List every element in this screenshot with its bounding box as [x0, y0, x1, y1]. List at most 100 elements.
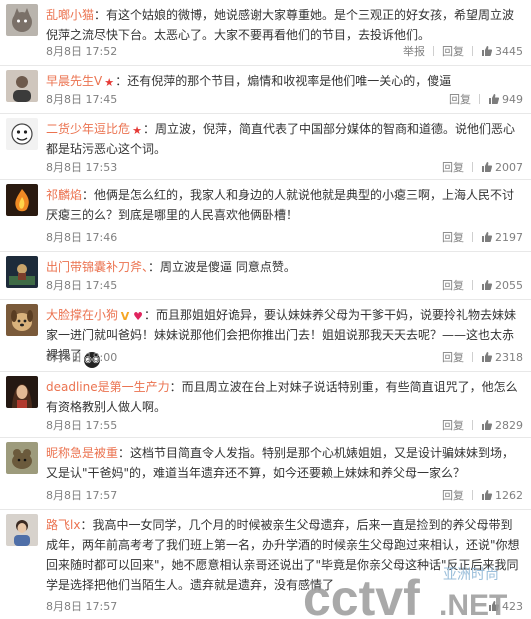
avatar[interactable] — [6, 4, 38, 36]
list-item: 昵称急是被重：这档节目简直令人发指。特别是那个心机婊姐姐，又是设计骗妹妹到场，又… — [0, 438, 531, 510]
divider — [472, 46, 473, 56]
colon: ： — [94, 8, 107, 22]
timestamp: 8月8日 17:52 — [46, 45, 118, 58]
thumbs-up-icon — [489, 601, 500, 611]
username-link[interactable]: 二货少年逗比危 — [46, 122, 130, 136]
reply-button[interactable]: 回复 — [442, 488, 464, 504]
divider — [472, 162, 473, 172]
comment-text: 有这个姑娘的微博，她说感谢大家尊重她。是个三观正的好女孩，希望周立波倪萍之流尽快… — [46, 8, 515, 42]
colon: ： — [118, 446, 131, 460]
comment-body: 祁麟焰：他俩是怎么红的，我家人和身边的人就说他就是典型的小瘪三啊，上海人民不讨厌… — [46, 185, 523, 225]
reply-button[interactable]: 回复 — [442, 350, 464, 366]
timestamp: 8月8日 18:00 — [46, 351, 118, 364]
report-button[interactable]: 举报 — [403, 44, 425, 60]
divider — [479, 94, 480, 104]
like-button[interactable]: 2197 — [481, 230, 523, 246]
timestamp: 8月8日 17:57 — [46, 600, 118, 613]
avatar[interactable] — [6, 376, 38, 408]
comment-meta: 8月8日 17:45 回复 949 — [46, 92, 523, 108]
divider — [472, 232, 473, 242]
avatar[interactable] — [6, 442, 38, 474]
like-button[interactable]: 2318 — [481, 350, 523, 366]
like-count: 423 — [502, 600, 523, 613]
timestamp: 8月8日 17:53 — [46, 161, 118, 174]
divider — [472, 352, 473, 362]
comment-text: 还有倪萍的那个节目，煽情和收视率是他们唯一关心的，傻逼 — [127, 74, 452, 88]
comment-meta: 8月8日 18:00 回复 2318 — [46, 350, 523, 366]
comment-text: 周立波是傻逼 同意点赞。 — [160, 260, 296, 274]
reply-button[interactable]: 回复 — [442, 44, 464, 60]
comment-feed: 乱啷小猫：有这个姑娘的微博，她说感谢大家尊重她。是个三观正的好女孩，希望周立波倪… — [0, 0, 531, 619]
comment-body: 路飞lx：我高中一女同学，几个月的时候被亲生父母遗弃，后来一直是捡到的养父母带到… — [46, 515, 523, 595]
comment-meta: 8月8日 17:55 回复 2829 — [46, 418, 523, 434]
comment-meta: 8月8日 17:52 举报 回复 3445 — [46, 44, 523, 60]
comment-body: 出门带锦囊补刀斧、：周立波是傻逼 同意点赞。 — [46, 257, 523, 277]
like-button[interactable]: 2007 — [481, 160, 523, 176]
list-item: 祁麟焰：他俩是怎么红的，我家人和身边的人就说他就是典型的小瘪三啊，上海人民不讨厌… — [0, 180, 531, 252]
colon: ： — [115, 74, 128, 88]
avatar[interactable] — [6, 514, 38, 546]
comment-meta: 8月8日 17:57 回复 1262 — [46, 488, 523, 504]
list-item: 早晨先生V ★：还有倪萍的那个节目，煽情和收视率是他们唯一关心的，傻逼 8月8日 … — [0, 66, 531, 114]
like-button[interactable]: 3445 — [481, 44, 523, 60]
username-link[interactable]: 祁麟焰 — [46, 188, 82, 202]
colon: ： — [80, 518, 93, 532]
thumbs-up-icon — [489, 94, 500, 104]
list-item: 出门带锦囊补刀斧、：周立波是傻逼 同意点赞。 8月8日 17:45 回复 2055 — [0, 252, 531, 300]
divider — [472, 280, 473, 290]
colon: ： — [143, 122, 156, 136]
comment-meta: 8月8日 17:46 回复 2197 — [46, 230, 523, 246]
comment-body: 早晨先生V ★：还有倪萍的那个节目，煽情和收视率是他们唯一关心的，傻逼 — [46, 71, 523, 91]
thumbs-up-icon — [482, 162, 493, 172]
like-button[interactable]: 2829 — [481, 418, 523, 434]
colon: ： — [144, 308, 157, 322]
like-button[interactable]: 2055 — [481, 278, 523, 294]
colon: ： — [82, 188, 95, 202]
list-item: deadline是第一生产力：而且周立波在台上对妹子说话特别重，有些简直诅咒了，… — [0, 372, 531, 438]
comment-body: 昵称急是被重：这档节目简直令人发指。特别是那个心机婊姐姐，又是设计骗妹妹到场，又… — [46, 443, 523, 483]
like-count: 2197 — [495, 231, 523, 244]
reply-button[interactable]: 回复 — [442, 230, 464, 246]
like-button[interactable]: 1262 — [481, 488, 523, 504]
thumbs-up-icon — [482, 420, 493, 430]
avatar[interactable] — [6, 304, 38, 336]
reply-button[interactable]: 回复 — [449, 92, 471, 108]
divider — [433, 46, 434, 56]
comment-body: deadline是第一生产力：而且周立波在台上对妹子说话特别重，有些简直诅咒了，… — [46, 377, 523, 417]
avatar[interactable] — [6, 256, 38, 288]
like-count: 949 — [502, 93, 523, 106]
heart-badge-icon: ♥ — [133, 310, 143, 323]
avatar[interactable] — [6, 184, 38, 216]
username-link[interactable]: 早晨先生V — [46, 74, 102, 88]
list-item: 路飞lx：我高中一女同学，几个月的时候被亲生父母遗弃，后来一直是捡到的养父母带到… — [0, 510, 531, 619]
timestamp: 8月8日 17:45 — [46, 93, 118, 106]
avatar[interactable] — [6, 118, 38, 150]
like-count: 2318 — [495, 351, 523, 364]
thumbs-up-icon — [482, 280, 493, 290]
comment-text: 我高中一女同学，几个月的时候被亲生父母遗弃，后来一直是捡到的养父母带到成年，两年… — [46, 518, 520, 592]
avatar[interactable] — [6, 70, 38, 102]
reply-button[interactable]: 回复 — [442, 278, 464, 294]
username-link[interactable]: 昵称急是被重 — [46, 446, 118, 460]
reply-button[interactable]: 回复 — [442, 418, 464, 434]
divider — [472, 420, 473, 430]
reply-button[interactable]: 回复 — [442, 160, 464, 176]
username-link[interactable]: deadline是第一生产力 — [46, 380, 170, 394]
thumbs-up-icon — [482, 352, 493, 362]
like-button[interactable]: 949 — [488, 92, 523, 108]
list-item: 乱啷小猫：有这个姑娘的微博，她说感谢大家尊重她。是个三观正的好女孩，希望周立波倪… — [0, 0, 531, 66]
username-link[interactable]: 大脸撑在小狗 — [46, 308, 118, 322]
star-badge-icon: ★ — [104, 76, 115, 89]
username-link[interactable]: 乱啷小猫 — [46, 8, 94, 22]
like-count: 2829 — [495, 419, 523, 432]
username-link[interactable]: 路飞lx — [46, 518, 80, 532]
verified-v-icon: V — [120, 310, 130, 323]
comment-body: 乱啷小猫：有这个姑娘的微博，她说感谢大家尊重她。是个三观正的好女孩，希望周立波倪… — [46, 5, 523, 45]
divider — [472, 490, 473, 500]
thumbs-up-icon — [482, 232, 493, 242]
like-button[interactable]: 423 — [488, 599, 523, 615]
comment-meta: 8月8日 17:45 回复 2055 — [46, 278, 523, 294]
username-link[interactable]: 出门带锦囊补刀斧、 — [46, 260, 148, 274]
comment-meta: 8月8日 17:57 423 — [46, 599, 523, 615]
timestamp: 8月8日 17:45 — [46, 279, 118, 292]
